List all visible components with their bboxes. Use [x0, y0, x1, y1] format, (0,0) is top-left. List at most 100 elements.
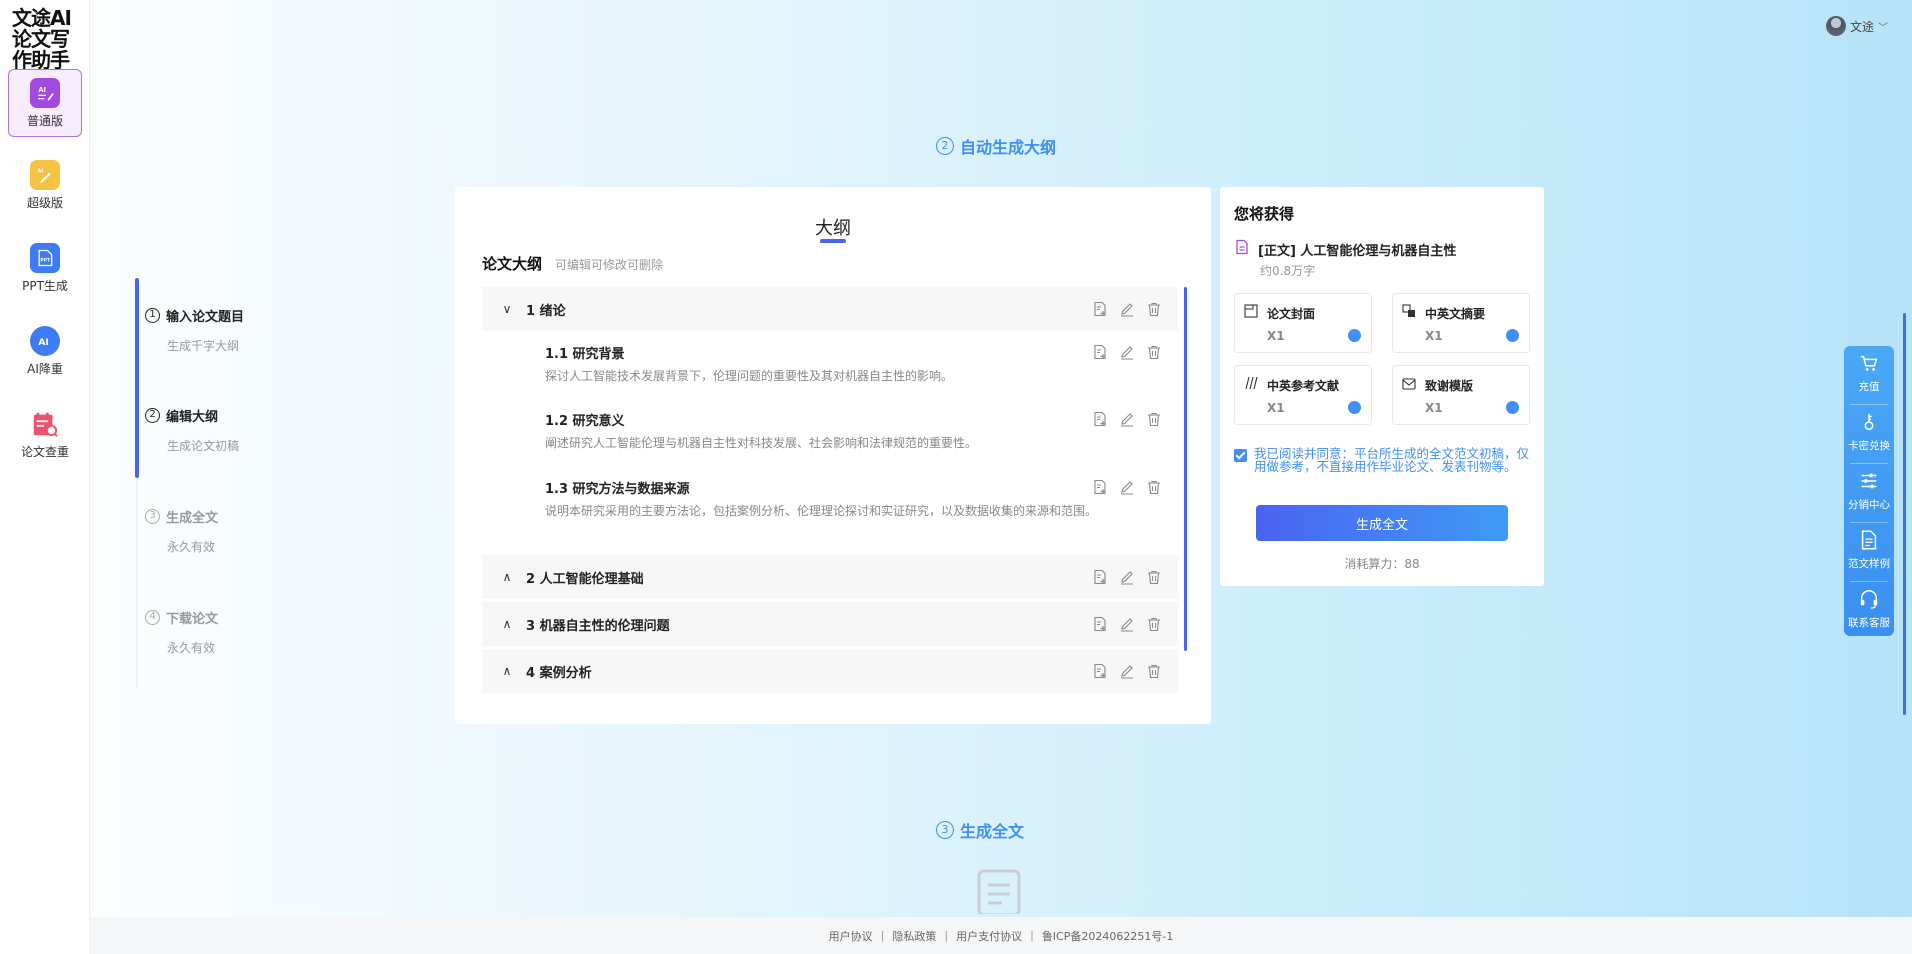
edit-icon[interactable]	[1118, 478, 1135, 495]
subsection-row[interactable]: 1.1 研究背景 探讨人工智能技术发展背景下，伦理问题的重要性及其对机器自主性的…	[482, 343, 1178, 391]
add-subsection-icon[interactable]	[1091, 300, 1108, 317]
deliverable-cover: 论文封面 X1	[1234, 293, 1372, 353]
svg-text:AI: AI	[38, 86, 46, 94]
deliverables-card: 您将获得 [正文] 人工智能伦理与机器自主性 约0.8万字 论文封面 X1 中英…	[1220, 187, 1544, 586]
footer-link-user-agreement[interactable]: 用户协议	[829, 928, 873, 944]
add-subsection-icon[interactable]	[1091, 410, 1108, 427]
step-title: 输入论文题目	[166, 310, 245, 325]
recharge-button[interactable]: 充值	[1844, 346, 1894, 404]
svg-text:AI: AI	[38, 169, 44, 175]
tab-outline[interactable]: 大纲	[455, 214, 1211, 240]
deliverable-name: 中英参考文献	[1267, 379, 1340, 393]
edit-icon[interactable]	[1118, 662, 1135, 679]
nav-item-ai-reduce[interactable]: AI AI降重	[8, 318, 82, 386]
nav-item-ppt[interactable]: PPT PPT生成	[8, 235, 82, 303]
chevron-down-icon: ﹀	[1878, 22, 1889, 34]
steps-track	[136, 478, 138, 688]
chapter-row[interactable]: ∨ 1 绪论	[482, 287, 1178, 331]
subsection-title: 1.3 研究方法与数据来源	[545, 482, 690, 497]
delete-icon[interactable]	[1145, 615, 1162, 632]
floating-toolbar: 充值 卡密兑换 分销中心 范文样例 联系客服	[1844, 346, 1894, 636]
chapter-label: 4 案例分析	[526, 665, 592, 681]
edit-icon[interactable]	[1118, 568, 1135, 585]
generate-fulltext-button[interactable]: 生成全文	[1256, 505, 1508, 541]
footer-link-payment-agreement[interactable]: 用户支付协议	[956, 928, 1022, 944]
delete-icon[interactable]	[1145, 300, 1162, 317]
app-logo: 文途AI论文写作助手	[12, 6, 72, 72]
chapter-row[interactable]: ∧ 2 人工智能伦理基础	[482, 555, 1178, 599]
step-4[interactable]: 4 下载论文 永久有效	[145, 608, 218, 656]
key-icon	[1864, 413, 1874, 431]
edit-icon[interactable]	[1118, 410, 1135, 427]
nav-label: 普通版	[26, 114, 63, 128]
outline-hint: 可编辑可修改可删除	[555, 258, 664, 272]
steps-sidebar: 1 输入论文题目 生成千字大纲 2 编辑大纲 生成论文初稿 3 生成全文 永久有效 4…	[135, 278, 385, 688]
edit-icon[interactable]	[1118, 343, 1135, 360]
check-icon	[1506, 401, 1519, 414]
toolbar-label: 范文样例	[1848, 558, 1890, 570]
nav-label: 超级版	[26, 196, 63, 210]
subsection-title: 1.1 研究背景	[545, 347, 625, 362]
subsection-desc: 说明本研究采用的主要方法论，包括案例分析、伦理理论探讨和实证研究，以及数据收集的…	[545, 504, 1098, 518]
nav-item-super[interactable]: AI 超级版	[8, 152, 82, 220]
chevron-up-icon[interactable]: ∧	[496, 617, 518, 631]
tab-underline	[820, 239, 846, 243]
footer-link-privacy-policy[interactable]: 隐私政策	[892, 928, 936, 944]
thanks-icon	[1402, 378, 1416, 390]
chevron-up-icon[interactable]: ∧	[496, 664, 518, 678]
chevron-up-icon[interactable]: ∧	[496, 570, 518, 584]
user-menu[interactable]: 文途 ﹀	[1826, 16, 1888, 36]
subsection-row[interactable]: 1.2 研究意义 阐述研究人工智能伦理与机器自主性对科技发展、社会影响和法律规范…	[482, 410, 1178, 458]
agreement-text[interactable]: 我已阅读并同意：平台所生成的全文范文初稿，仅用做参考，不直接用作毕业论文、发表刊…	[1254, 447, 1538, 473]
nav-item-normal[interactable]: AI 普通版	[8, 69, 82, 137]
add-subsection-icon[interactable]	[1091, 478, 1108, 495]
edit-icon[interactable]	[1118, 300, 1135, 317]
edit-icon[interactable]	[1118, 615, 1135, 632]
add-subsection-icon[interactable]	[1091, 662, 1108, 679]
section-title: 生成全文	[960, 822, 1025, 841]
sample-essays-button[interactable]: 范文样例	[1844, 523, 1894, 581]
subsection-title: 1.2 研究意义	[545, 414, 625, 429]
chevron-down-icon[interactable]: ∨	[496, 302, 518, 316]
step-number: 4	[145, 610, 160, 625]
chapter-row[interactable]: ∧ 4 案例分析	[482, 649, 1178, 693]
cover-icon	[1244, 304, 1258, 318]
nav-item-plagiarism[interactable]: 论文查重	[8, 401, 82, 469]
add-subsection-icon[interactable]	[1091, 568, 1108, 585]
scrollbar[interactable]	[1184, 287, 1187, 651]
outline-card: 大纲 论文大纲 可编辑可修改可删除 ∨ 1 绪论 1.1 研究背景 探讨人工智能…	[455, 187, 1211, 724]
agree-checkbox[interactable]	[1234, 449, 1247, 462]
chapter-label: 1 绪论	[526, 303, 566, 319]
outline-title: 论文大纲	[482, 255, 543, 273]
chapter-row[interactable]: ∧ 3 机器自主性的伦理问题	[482, 602, 1178, 646]
section-heading-outline: 2 自动生成大纲	[936, 134, 1056, 158]
steps-progress-bar	[135, 278, 139, 478]
step-3[interactable]: 3 生成全文 永久有效	[145, 507, 218, 555]
deliverable-name: 致谢模版	[1425, 379, 1474, 393]
ai-writing-icon: AI	[30, 78, 60, 108]
delete-icon[interactable]	[1145, 568, 1162, 585]
toolbar-label: 分销中心	[1848, 499, 1890, 511]
footer: 用户协议 | 隐私政策 | 用户支付协议 | 鲁ICP备2024062251号-…	[90, 917, 1912, 954]
delete-icon[interactable]	[1145, 478, 1162, 495]
sliders-icon	[1861, 473, 1877, 489]
card-redeem-button[interactable]: 卡密兑换	[1844, 405, 1894, 463]
toolbar-label: 联系客服	[1848, 617, 1890, 629]
footer-icp[interactable]: 鲁ICP备2024062251号-1	[1042, 928, 1174, 944]
contact-support-button[interactable]: 联系客服	[1844, 582, 1894, 640]
deliverable-qty: X1	[1425, 401, 1443, 415]
reference-icon	[1245, 376, 1258, 390]
doc-name: [正文] 人工智能伦理与机器自主性	[1258, 243, 1457, 259]
user-name: 文途	[1850, 19, 1875, 34]
document-icon	[1234, 239, 1250, 259]
delete-icon[interactable]	[1145, 343, 1162, 360]
step-2[interactable]: 2 编辑大纲 生成论文初稿	[145, 406, 239, 454]
add-subsection-icon[interactable]	[1091, 615, 1108, 632]
abstract-icon	[1402, 304, 1415, 317]
add-subsection-icon[interactable]	[1091, 343, 1108, 360]
delete-icon[interactable]	[1145, 662, 1162, 679]
subsection-row[interactable]: 1.3 研究方法与数据来源 说明本研究采用的主要方法论，包括案例分析、伦理理论探…	[482, 478, 1178, 526]
distribution-center-button[interactable]: 分销中心	[1844, 464, 1894, 522]
delete-icon[interactable]	[1145, 410, 1162, 427]
step-1[interactable]: 1 输入论文题目 生成千字大纲	[145, 306, 244, 354]
